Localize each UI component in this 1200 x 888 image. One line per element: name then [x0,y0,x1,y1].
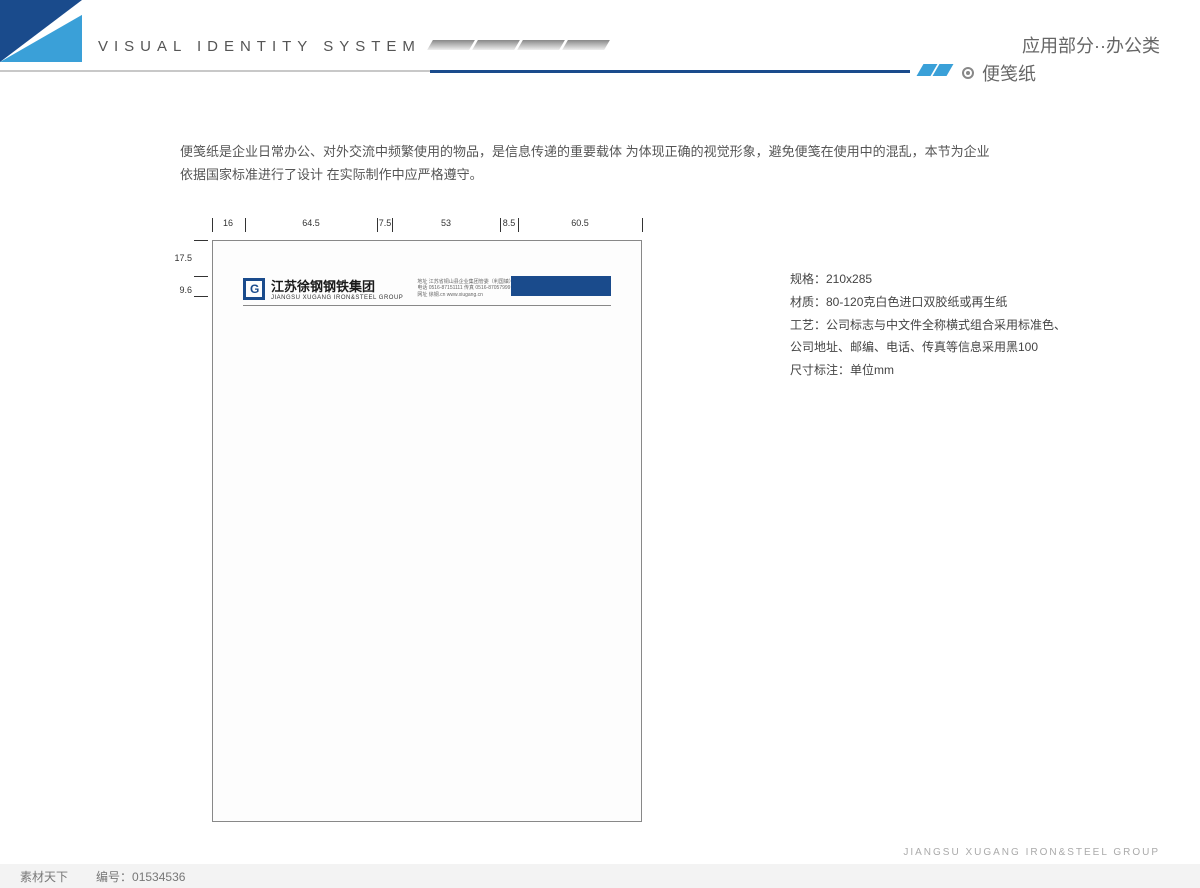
visual-identity-title: VISUAL IDENTITY SYSTEM [98,38,421,55]
bullet-icon [962,67,974,79]
header-rule-blue [430,70,910,73]
footer-company-en: JIANGSU XUGANG IRON&STEEL GROUP [903,847,1160,858]
meta-strip: 素材天下 编号：01534536 [0,864,1200,888]
horizontal-dimensions: 16 64.5 7.5 53 8.5 60.5 [212,218,642,236]
section-label: 应用部分··办公类 [1022,32,1160,58]
company-name-zh: 江苏徐钢钢铁集团 [271,276,403,295]
letterhead: 江苏徐钢钢铁集团 JIANGSU XUGANG IRON&STEEL GROUP… [243,276,611,301]
meta-id: 编号：01534536 [96,868,185,885]
header-slash-decor [430,40,607,50]
memo-paper: 江苏徐钢钢铁集团 JIANGSU XUGANG IRON&STEEL GROUP… [212,240,642,822]
subsection-text: 便笺纸 [982,60,1036,86]
spec-process-1: 工艺：公司标志与中文件全称横式组合采用标准色、 [790,314,1066,337]
meta-source: 素材天下 [20,868,68,885]
subsection-label: 便笺纸 [962,60,1036,86]
company-contact-info: 地址 江苏省铜山县企业集团管委（利国镇） 电话 0516-87151111 传真… [417,279,513,299]
spec-process-2: 公司地址、邮编、电话、传真等信息采用黑100 [790,336,1066,359]
spec-material: 材质：80-120克白色进口双胶纸或再生纸 [790,291,1066,314]
company-logo-icon [243,278,265,300]
letterhead-rule [243,305,611,306]
logo-triangle [0,0,82,62]
specification-block: 规格：210x285 材质：80-120克白色进口双胶纸或再生纸 工艺：公司标志… [790,268,1066,382]
intro-paragraph: 便笺纸是企业日常办公、对外交流中频繁使用的物品，是信息传递的重要载体 为体现正确… [180,140,1000,187]
spec-size: 规格：210x285 [790,268,1066,291]
accent-triangles [920,64,950,76]
spec-unit: 尺寸标注：单位mm [790,359,1066,382]
company-name-en: JIANGSU XUGANG IRON&STEEL GROUP [271,295,403,301]
letterhead-blue-block [511,276,611,296]
